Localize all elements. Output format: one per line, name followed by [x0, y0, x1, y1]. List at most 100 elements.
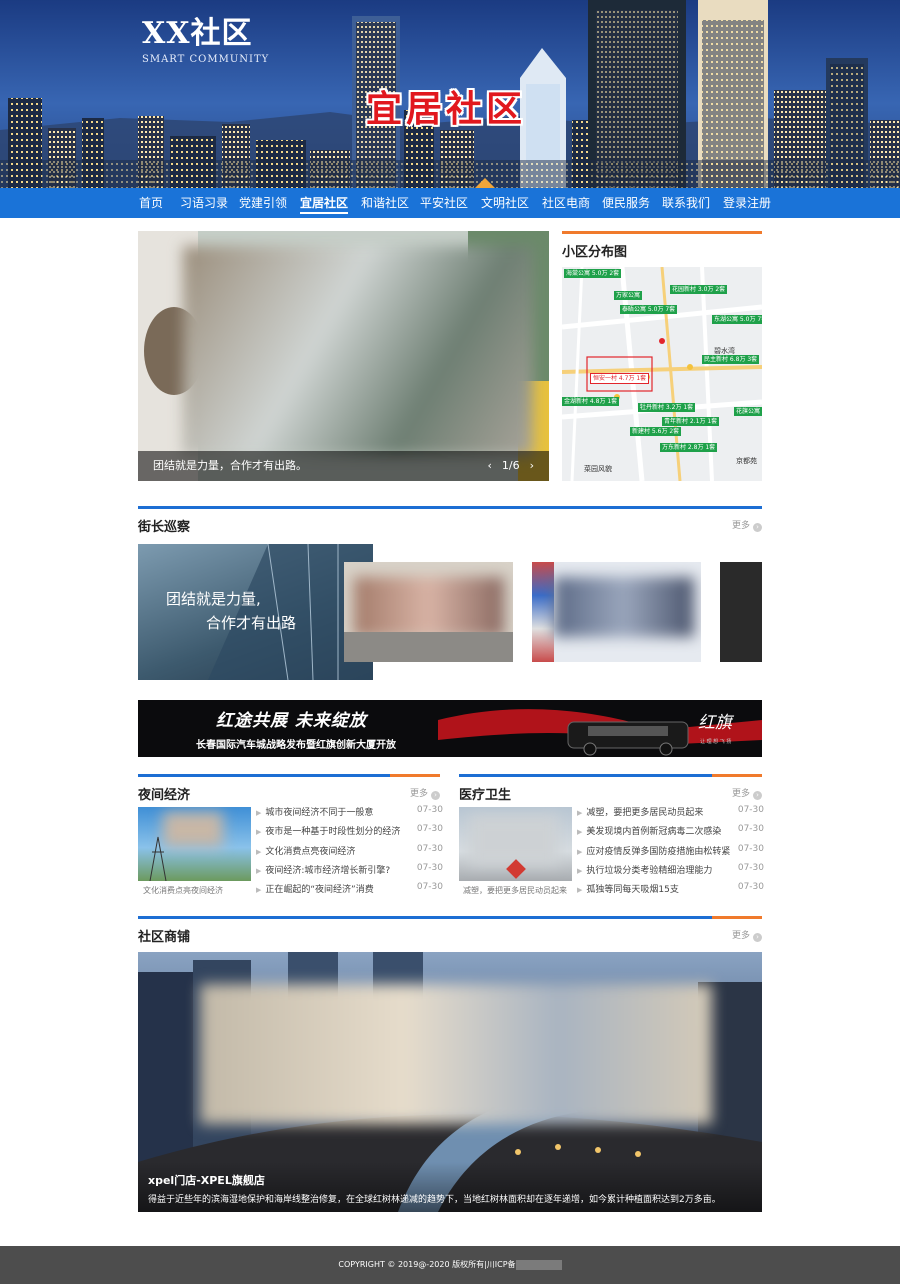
news-thumbnail[interactable]	[459, 807, 572, 881]
chevron-right-icon: ›	[753, 523, 762, 532]
nav-item[interactable]: 平安社区	[420, 188, 468, 218]
news-date: 07-30	[737, 862, 764, 873]
news-list-item[interactable]: ▶ 文化消费点亮夜间经济 07-30	[256, 844, 443, 863]
news-title: 文化消费点亮夜间经济	[265, 846, 356, 857]
more-link-label: 更多	[731, 931, 750, 941]
nav-item[interactable]: 社区电商	[542, 188, 590, 218]
chevron-right-icon[interactable]: ›	[530, 459, 534, 472]
map-community-tag[interactable]: 恒安一村 4.7万 1套	[590, 373, 650, 384]
map-community-tag[interactable]: 花园新村 3.0万 2套	[670, 285, 728, 294]
shop-photo-blurred	[200, 984, 712, 1124]
section-accent-bar	[712, 916, 762, 919]
section-title: 医疗卫生	[459, 788, 512, 803]
copyright-text: COPYRIGHT © 2019@-2020 版权所有|川ICP备	[338, 1260, 516, 1269]
map-community-tag[interactable]: 金湖新村 4.8万 1套	[562, 397, 620, 406]
patrol-photo[interactable]	[344, 562, 513, 662]
nav-item[interactable]: 宜居社区	[300, 188, 349, 218]
chevron-right-icon: ›	[431, 791, 440, 800]
more-link-label: 更多	[409, 789, 428, 799]
shop-feature-card[interactable]: xpel门店-XPEL旗舰店 得益于近些年的滨海湿地保护和海岸线整治修复，在全球…	[138, 952, 762, 1212]
news-thumbnail-blurred	[469, 815, 559, 865]
news-list-item[interactable]: ▶ 夜间经济:城市经济增长新引擎? 07-30	[256, 863, 443, 882]
hero-page-indicator: 1/6	[501, 459, 520, 472]
map-community-tag[interactable]: 民主新村 6.8万 3套	[702, 355, 760, 364]
nav-active-pointer-icon	[475, 178, 495, 188]
patrol-photo[interactable]	[532, 562, 701, 662]
map-community-tag[interactable]: 万家公寓	[614, 291, 643, 300]
map-label: 碧水湾	[714, 347, 735, 355]
map-community-tag[interactable]: 泰晤公寓 5.0万 7套	[620, 305, 678, 314]
map-label: 菜园风貌	[584, 465, 612, 473]
nav-item[interactable]: 首页	[139, 188, 163, 218]
nav-item[interactable]: 党建引领	[239, 188, 287, 218]
community-map[interactable]: 海棠公寓 5.0万 2套万家公寓泰晤公寓 5.0万 7套 花园新村 3.0万 2套…	[562, 267, 762, 481]
map-community-tag[interactable]: 新建村 5.6万 2套	[630, 427, 682, 436]
news-thumbnail-caption: 减塑，要把更多居民动员起来	[463, 886, 567, 895]
section-accent-bar	[712, 774, 762, 777]
map-community-tag[interactable]: 花旗公寓	[734, 407, 762, 416]
section-accent-bar	[138, 916, 712, 919]
section-accent-bar	[459, 774, 712, 777]
more-link-label: 更多	[731, 521, 750, 531]
map-community-tag[interactable]: 东湖公寓 5.0万 7套	[712, 315, 762, 324]
news-list-item[interactable]: ▶ 减塑，要把更多居民动员起来 07-30	[577, 805, 764, 824]
news-list-item[interactable]: ▶ 美发现境内首例新冠病毒二次感染 07-30	[577, 824, 764, 843]
nav-item[interactable]: 便民服务	[602, 188, 650, 218]
logo-title: XX社区	[142, 16, 253, 51]
patrol-gallery: 团结就是力量, 合作才有出路	[138, 544, 762, 680]
news-date: 07-30	[416, 862, 443, 873]
nav-item[interactable]: 联系我们	[662, 188, 710, 218]
nav-item[interactable]: 登录注册	[723, 188, 771, 218]
more-link[interactable]: 更多 ›	[410, 786, 440, 800]
map-community-tag[interactable]: 青年新村 2.1万 1套	[662, 417, 720, 426]
section-accent-bar	[562, 231, 762, 234]
patrol-photo-blurred	[354, 577, 504, 637]
news-list-item[interactable]: ▶ 应对疫情反弹多国防疫措施由松转紧 07-30	[577, 844, 764, 863]
chevron-left-icon[interactable]: ‹	[487, 459, 491, 472]
map-community-tag[interactable]: 牡丹新村 3.2万 1套	[638, 403, 696, 412]
map-community-tag[interactable]: 海棠公寓 5.0万 2套	[564, 269, 622, 278]
news-title: 美发现境内首例新冠病毒二次感染	[586, 827, 722, 838]
map-label: 京都苑	[736, 457, 757, 465]
advertisement-banner[interactable]: 红途共展 未来绽放 长春国际汽车城战略发布暨红旗创新大厦开放 红旗 让 理 想 …	[138, 700, 762, 757]
news-list-item[interactable]: ▶ 夜市是一种基于时段性划分的经济 07-30	[256, 824, 443, 843]
more-link[interactable]: 更多 ›	[732, 928, 762, 942]
news-date: 07-30	[737, 882, 764, 893]
news-title: 正在崛起的“夜间经济”消费	[265, 885, 374, 896]
news-date: 07-30	[737, 805, 764, 815]
map-section-header: 小区分布图	[562, 231, 762, 260]
bullet-arrow-icon: ▶	[256, 847, 262, 856]
news-list-item[interactable]: ▶ 城市夜间经济不同于一般意 07-30	[256, 805, 443, 824]
section-title: 小区分布图	[562, 245, 628, 260]
nav-item[interactable]: 和谐社区	[361, 188, 409, 218]
site-logo[interactable]: XX社区 SMART COMMUNITY	[142, 16, 269, 65]
section-accent-bar	[138, 774, 390, 777]
patrol-poster[interactable]: 团结就是力量, 合作才有出路	[138, 544, 373, 680]
news-thumbnail[interactable]	[138, 807, 251, 881]
patrol-photo[interactable]	[720, 562, 762, 662]
news-date: 07-30	[416, 882, 443, 893]
nav-item[interactable]: 习语习录	[180, 188, 228, 218]
news-list-item[interactable]: ▶ 正在崛起的“夜间经济”消费 07-30	[256, 882, 443, 901]
news-title: 应对疫情反弹多国防疫措施由松转紧	[586, 846, 731, 857]
section-accent-bar	[138, 506, 762, 509]
patrol-photo-blurred	[554, 577, 694, 637]
ad-brand-slogan: 让 理 想 飞 扬	[700, 739, 732, 745]
power-tower-illustration	[149, 836, 167, 881]
news-title: 减塑，要把更多居民动员起来	[586, 808, 704, 818]
news-date: 07-30	[416, 824, 443, 835]
bullet-arrow-icon: ▶	[577, 828, 583, 837]
hero-photo-blurred	[183, 246, 533, 456]
more-link[interactable]: 更多 ›	[732, 786, 762, 800]
banner-slogan: 宜居社区	[366, 88, 527, 130]
map-community-tag[interactable]: 万东新村 2.8万 1套	[660, 443, 718, 452]
nav-item[interactable]: 文明社区	[481, 188, 529, 218]
bullet-arrow-icon: ▶	[256, 809, 262, 817]
hero-carousel[interactable]: 团结就是力量，合作才有出路。 ‹ 1/6 ›	[138, 231, 549, 481]
shop-feature-title: xpel门店-XPEL旗舰店	[148, 1174, 265, 1187]
more-link[interactable]: 更多 ›	[732, 518, 762, 532]
news-list-item[interactable]: ▶ 孤独等同每天吸烟15支 07-30	[577, 882, 764, 901]
news-list-item[interactable]: ▶ 执行垃圾分类考验精细治理能力 07-30	[577, 863, 764, 882]
more-link-label: 更多	[731, 789, 750, 799]
chevron-right-icon: ›	[753, 791, 762, 800]
